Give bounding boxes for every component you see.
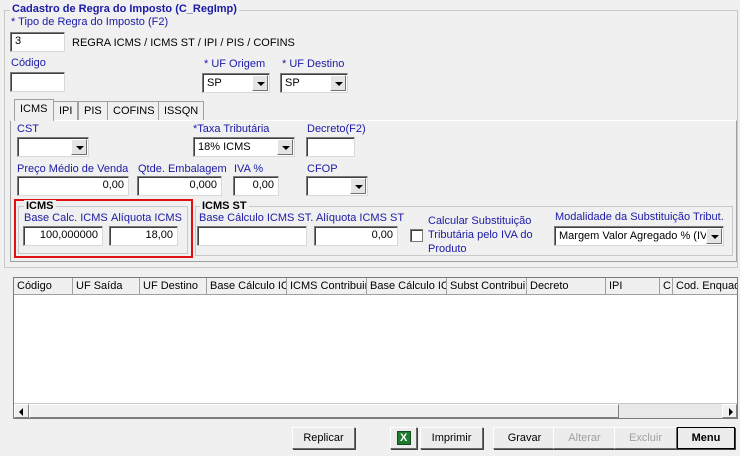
rules-grid[interactable] bbox=[13, 277, 738, 419]
tab-pis[interactable]: PIS bbox=[78, 101, 108, 120]
taxa-tributaria-select[interactable]: 18% ICMS bbox=[193, 137, 295, 157]
chevron-down-icon[interactable] bbox=[350, 178, 366, 194]
aliquota-icms-label: Alíquota ICMS bbox=[111, 212, 182, 224]
grid-header-c[interactable]: C bbox=[660, 278, 673, 295]
codigo-label: Código bbox=[11, 57, 46, 69]
uf-origem-label: * UF Origem bbox=[204, 58, 266, 70]
window-title: Cadastro de Regra do Imposto (C_RegImp) bbox=[10, 3, 239, 15]
uf-destino-value: SP bbox=[285, 77, 300, 89]
aliquota-icms-st-label: Alíquota ICMS ST bbox=[316, 212, 405, 224]
grid-horizontal-scrollbar[interactable] bbox=[14, 403, 737, 418]
excel-export-button[interactable]: X bbox=[390, 427, 417, 449]
grid-header-cod-enquadramento[interactable]: Cod. Enquad bbox=[673, 278, 737, 295]
grid-header-icms-contribuinte[interactable]: ICMS Contribuin bbox=[287, 278, 367, 295]
taxa-tributaria-value: 18% ICMS bbox=[198, 141, 251, 153]
excel-icon: X bbox=[397, 431, 411, 445]
grid-header-decreto[interactable]: Decreto bbox=[527, 278, 606, 295]
excluir-button[interactable]: Excluir bbox=[614, 427, 677, 449]
base-calc-icms-label: Base Calc. ICMS bbox=[24, 212, 108, 224]
tipo-regra-label: * Tipo de Regra do Imposto (F2) bbox=[11, 16, 169, 28]
decreto-input[interactable] bbox=[306, 137, 355, 157]
icms-group-title: ICMS bbox=[24, 200, 56, 212]
cfop-select[interactable] bbox=[306, 176, 368, 196]
tab-cofins[interactable]: COFINS bbox=[107, 101, 161, 120]
grid-header-base-calculo-icms[interactable]: Base Cálculo IC bbox=[207, 278, 287, 295]
base-calc-icms-st-label: Base Cálculo ICMS ST. bbox=[199, 212, 314, 224]
calcular-substituicao-label-2: Tributária pelo IVA do bbox=[428, 229, 533, 241]
iva-label: IVA % bbox=[234, 163, 264, 175]
tipo-regra-input[interactable]: 3 bbox=[10, 32, 65, 52]
preco-medio-label: Preço Médio de Venda bbox=[17, 163, 129, 175]
tab-issqn[interactable]: ISSQN bbox=[158, 101, 205, 120]
grid-header-subst-contribuinte[interactable]: Subst Contribui bbox=[447, 278, 527, 295]
calcular-substituicao-checkbox[interactable] bbox=[410, 229, 423, 242]
grid-header-base-calculo-icms-2[interactable]: Base Cálculo IC bbox=[367, 278, 447, 295]
tab-icms[interactable]: ICMS bbox=[14, 99, 54, 121]
grid-header-uf-destino[interactable]: UF Destino bbox=[140, 278, 207, 295]
base-calc-icms-input[interactable]: 100,000000 bbox=[23, 226, 103, 246]
taxa-tributaria-label: *Taxa Tributária bbox=[193, 123, 270, 135]
calcular-substituicao-label-1: Calcular Substituição bbox=[428, 215, 532, 227]
scroll-right-arrow-icon[interactable] bbox=[722, 404, 737, 418]
tab-ipi[interactable]: IPI bbox=[53, 101, 79, 120]
grid-header-codigo[interactable]: Código bbox=[14, 278, 73, 295]
qtde-embalagem-input[interactable]: 0,000 bbox=[137, 176, 222, 196]
menu-button[interactable]: Menu bbox=[677, 427, 735, 449]
chevron-down-icon[interactable] bbox=[71, 139, 87, 155]
grid-header-ipi[interactable]: IPI bbox=[606, 278, 660, 295]
preco-medio-input[interactable]: 0,00 bbox=[17, 176, 129, 196]
base-calc-icms-st-input[interactable] bbox=[197, 226, 307, 246]
replicar-button[interactable]: Replicar bbox=[292, 427, 355, 449]
cst-label: CST bbox=[17, 123, 39, 135]
decreto-label: Decreto(F2) bbox=[307, 123, 366, 135]
scroll-thumb[interactable] bbox=[29, 404, 619, 418]
uf-origem-value: SP bbox=[207, 77, 222, 89]
chevron-down-icon[interactable] bbox=[252, 75, 268, 91]
gravar-button[interactable]: Gravar bbox=[493, 427, 556, 449]
grid-header-uf-saida[interactable]: UF Saída bbox=[73, 278, 140, 295]
uf-destino-label: * UF Destino bbox=[282, 58, 345, 70]
calcular-substituicao-label-3: Produto bbox=[428, 243, 467, 255]
modalidade-st-label: Modalidade da Substituição Tribut. bbox=[555, 211, 724, 223]
cst-select[interactable] bbox=[17, 137, 89, 157]
iva-input[interactable]: 0,00 bbox=[233, 176, 279, 196]
icms-st-group-title: ICMS ST bbox=[200, 200, 249, 212]
alterar-button[interactable]: Alterar bbox=[553, 427, 616, 449]
uf-destino-select[interactable]: SP bbox=[280, 73, 348, 93]
tipo-regra-description: REGRA ICMS / ICMS ST / IPI / PIS / COFIN… bbox=[72, 37, 295, 49]
aliquota-icms-input[interactable]: 18,00 bbox=[109, 226, 178, 246]
cfop-label: CFOP bbox=[307, 163, 338, 175]
chevron-down-icon[interactable] bbox=[330, 75, 346, 91]
uf-origem-select[interactable]: SP bbox=[202, 73, 270, 93]
modalidade-st-select[interactable]: Margem Valor Agregado % (IV bbox=[554, 226, 724, 246]
chevron-down-icon[interactable] bbox=[277, 139, 293, 155]
imprimir-button[interactable]: Imprimir bbox=[420, 427, 483, 449]
codigo-input[interactable] bbox=[10, 72, 65, 92]
modalidade-st-value: Margem Valor Agregado % (IV bbox=[559, 230, 708, 242]
scroll-left-arrow-icon[interactable] bbox=[14, 404, 29, 418]
aliquota-icms-st-input[interactable]: 0,00 bbox=[314, 226, 398, 246]
qtde-embalagem-label: Qtde. Embalagem bbox=[138, 163, 227, 175]
chevron-down-icon[interactable] bbox=[706, 228, 722, 244]
